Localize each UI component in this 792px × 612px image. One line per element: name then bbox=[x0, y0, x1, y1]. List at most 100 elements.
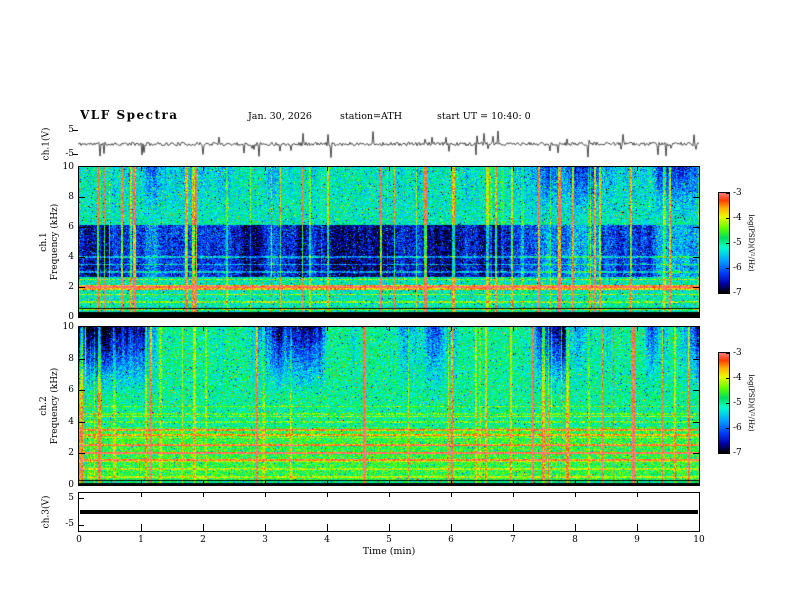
colorbar-tick-label: -3 bbox=[733, 188, 742, 198]
y-tick-mark bbox=[693, 257, 699, 258]
x-tick-mark bbox=[389, 167, 390, 171]
x-tick-mark bbox=[575, 313, 576, 317]
ch1-spectrogram bbox=[79, 167, 699, 317]
y-tick-label: 6 bbox=[68, 222, 74, 232]
figure-station: station=ATH bbox=[340, 111, 402, 122]
y-tick-mark bbox=[73, 130, 78, 131]
y-tick-label: -5 bbox=[65, 519, 74, 529]
x-tick-mark bbox=[513, 481, 514, 485]
x-axis-tick-mark bbox=[203, 493, 204, 497]
y-tick-mark bbox=[79, 227, 85, 228]
x-tick-mark bbox=[327, 313, 328, 317]
y-tick-mark bbox=[79, 453, 85, 455]
x-tick-mark bbox=[513, 167, 514, 171]
x-tick-mark bbox=[265, 167, 266, 171]
x-tick-mark bbox=[637, 167, 638, 171]
x-tick-label: 7 bbox=[510, 535, 516, 545]
colorbar-tick-label: -7 bbox=[733, 448, 742, 458]
colorbar-tick-label: -4 bbox=[733, 373, 742, 383]
x-tick-label: 6 bbox=[448, 535, 454, 545]
x-tick-mark bbox=[513, 327, 514, 331]
figure-date: Jan. 30, 2026 bbox=[248, 111, 312, 122]
y-tick-label: 0 bbox=[68, 312, 74, 322]
x-axis-tick-mark bbox=[575, 524, 576, 531]
ch3-flatline bbox=[80, 510, 698, 514]
colorbar-tick-mark bbox=[726, 218, 729, 219]
x-tick-mark bbox=[203, 167, 204, 171]
x-tick-mark bbox=[327, 167, 328, 171]
ch2-frequency-axis-label-line2: Frequency (kHz) bbox=[50, 367, 60, 445]
x-tick-mark bbox=[203, 481, 204, 485]
y-tick-mark bbox=[79, 390, 85, 392]
x-axis-tick-mark bbox=[451, 493, 452, 497]
x-tick-mark bbox=[203, 313, 204, 317]
x-tick-mark bbox=[265, 481, 266, 485]
ch2-frequency-axis-label: ch.2 Frequency (kHz) bbox=[39, 368, 61, 445]
y-tick-mark bbox=[693, 287, 699, 288]
x-tick-mark bbox=[637, 327, 638, 331]
x-axis-tick-mark bbox=[265, 524, 266, 531]
colorbar-tick-mark bbox=[726, 243, 729, 244]
y-tick-mark bbox=[693, 197, 699, 198]
x-axis-tick-mark bbox=[637, 493, 638, 497]
y-tick-label: -5 bbox=[65, 149, 74, 159]
y-tick-label: 2 bbox=[68, 282, 74, 292]
colorbar-tick-mark bbox=[726, 268, 729, 269]
y-tick-mark bbox=[693, 358, 699, 360]
x-tick-label: 3 bbox=[262, 535, 268, 545]
x-tick-label: 4 bbox=[324, 535, 330, 545]
colorbar-tick-label: -4 bbox=[733, 213, 742, 223]
y-tick-mark bbox=[73, 154, 78, 155]
vlf-spectra-figure: VLF Spectra Jan. 30, 2026 station=ATH st… bbox=[0, 0, 792, 612]
colorbar-tick-label: -6 bbox=[733, 423, 742, 433]
x-tick-label: 9 bbox=[634, 535, 640, 545]
x-axis-tick-mark bbox=[451, 524, 452, 531]
x-tick-mark bbox=[327, 481, 328, 485]
x-axis-tick-mark bbox=[327, 524, 328, 531]
y-tick-label: 10 bbox=[62, 162, 74, 172]
y-tick-mark bbox=[79, 421, 85, 423]
x-tick-mark bbox=[265, 313, 266, 317]
x-tick-mark bbox=[575, 167, 576, 171]
x-axis-tick-mark bbox=[327, 493, 328, 497]
x-tick-label: 10 bbox=[693, 535, 705, 545]
x-tick-mark bbox=[389, 313, 390, 317]
ch1-frequency-axis-label: ch.1 Frequency (kHz) bbox=[39, 204, 61, 281]
colorbar-ch1-label: log(PSD)(V²/Hz) bbox=[747, 214, 755, 272]
colorbar-tick-label: -5 bbox=[733, 398, 742, 408]
colorbar-tick-mark bbox=[726, 403, 729, 404]
y-tick-label: 0 bbox=[68, 480, 74, 490]
figure-title: VLF Spectra bbox=[80, 108, 179, 122]
x-tick-mark bbox=[389, 327, 390, 331]
x-tick-mark bbox=[203, 327, 204, 331]
y-tick-label: 4 bbox=[68, 252, 74, 262]
x-tick-mark bbox=[141, 327, 142, 331]
x-tick-label: 8 bbox=[572, 535, 578, 545]
ch2-frequency-axis-label-line1: ch.2 bbox=[39, 396, 49, 416]
colorbar-tick-mark bbox=[726, 378, 729, 379]
ch1-spectrogram-panel bbox=[78, 166, 700, 318]
y-tick-mark bbox=[693, 390, 699, 392]
colorbar-tick-label: -5 bbox=[733, 238, 742, 248]
x-tick-mark bbox=[637, 313, 638, 317]
x-tick-mark bbox=[637, 481, 638, 485]
x-axis-tick-mark bbox=[513, 493, 514, 497]
y-tick-mark bbox=[79, 197, 85, 198]
x-tick-label: 2 bbox=[200, 535, 206, 545]
x-tick-mark bbox=[451, 167, 452, 171]
colorbar-tick-mark bbox=[726, 428, 729, 429]
x-tick-label: 5 bbox=[386, 535, 392, 545]
y-tick-mark bbox=[693, 453, 699, 455]
ch2-spectrogram-panel bbox=[78, 326, 700, 486]
x-axis-tick-mark bbox=[141, 524, 142, 531]
x-tick-mark bbox=[327, 327, 328, 331]
y-tick-label: 2 bbox=[68, 448, 74, 459]
y-tick-mark bbox=[693, 421, 699, 423]
x-tick-mark bbox=[451, 327, 452, 331]
x-tick-mark bbox=[451, 313, 452, 317]
ch1-waveform-plot bbox=[78, 126, 700, 162]
y-tick-mark bbox=[79, 498, 84, 499]
x-axis-tick-mark bbox=[637, 524, 638, 531]
ch2-spectrogram bbox=[79, 327, 699, 485]
x-tick-mark bbox=[141, 167, 142, 171]
